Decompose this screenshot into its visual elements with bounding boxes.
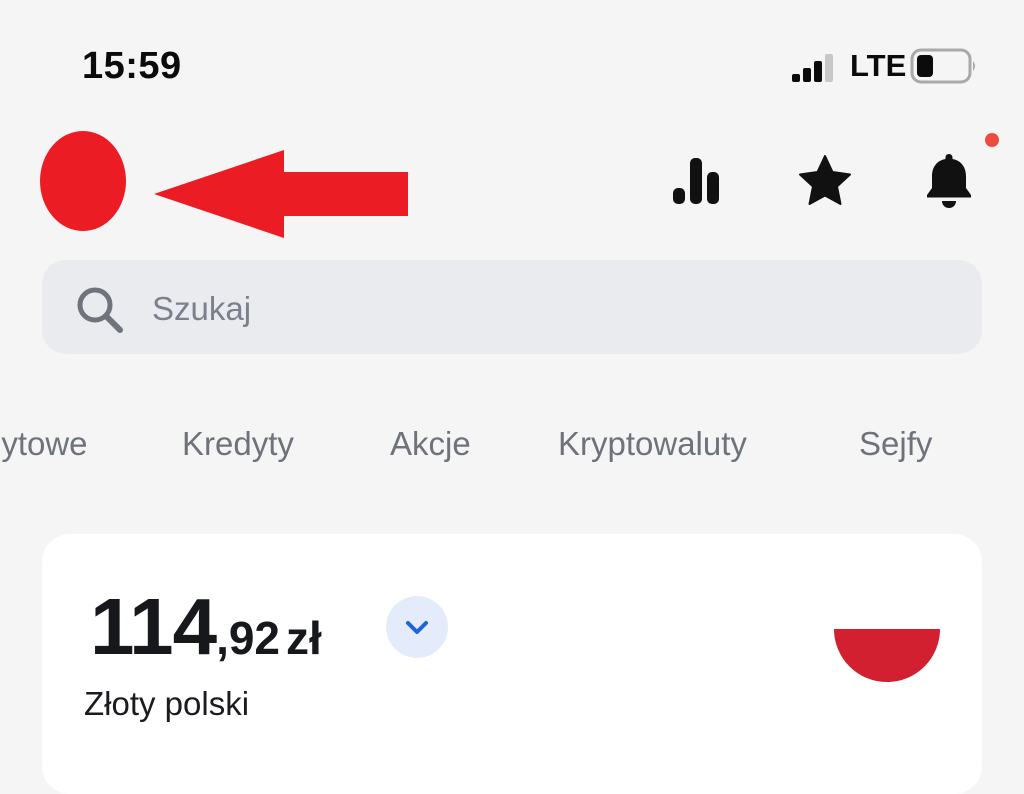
- poland-flag-icon: [834, 576, 940, 682]
- tab-akcje[interactable]: Akcje: [390, 420, 471, 468]
- cellular-signal-icon: [792, 54, 833, 82]
- avatar[interactable]: [40, 131, 126, 231]
- tab-lytowe[interactable]: lytowe: [0, 420, 88, 468]
- stats-icon[interactable]: [666, 150, 728, 212]
- status-time: 15:59: [82, 45, 182, 87]
- tab-sejfy[interactable]: Sejfy: [859, 420, 932, 468]
- tab-kredyty[interactable]: Kredyty: [182, 420, 294, 468]
- annotation-arrow-icon: [154, 150, 408, 238]
- battery-icon: [910, 48, 975, 84]
- currency-name: Złoty polski: [84, 685, 250, 722]
- balance-integer: 114: [90, 582, 217, 671]
- network-type: LTE: [850, 48, 907, 83]
- expand-account-button[interactable]: [386, 596, 448, 658]
- search-icon: [77, 287, 123, 333]
- balance-fraction: ,92: [216, 612, 281, 664]
- notification-dot: [985, 133, 999, 147]
- search-input[interactable]: [152, 284, 932, 334]
- balance-currency-symbol: zł: [286, 612, 322, 664]
- tab-kryptowaluty[interactable]: Kryptowaluty: [558, 420, 747, 468]
- star-icon[interactable]: [794, 150, 856, 212]
- chevron-down-icon: [406, 621, 428, 634]
- bell-icon[interactable]: [918, 150, 980, 212]
- account-balance: 114,92 zł: [90, 582, 322, 695]
